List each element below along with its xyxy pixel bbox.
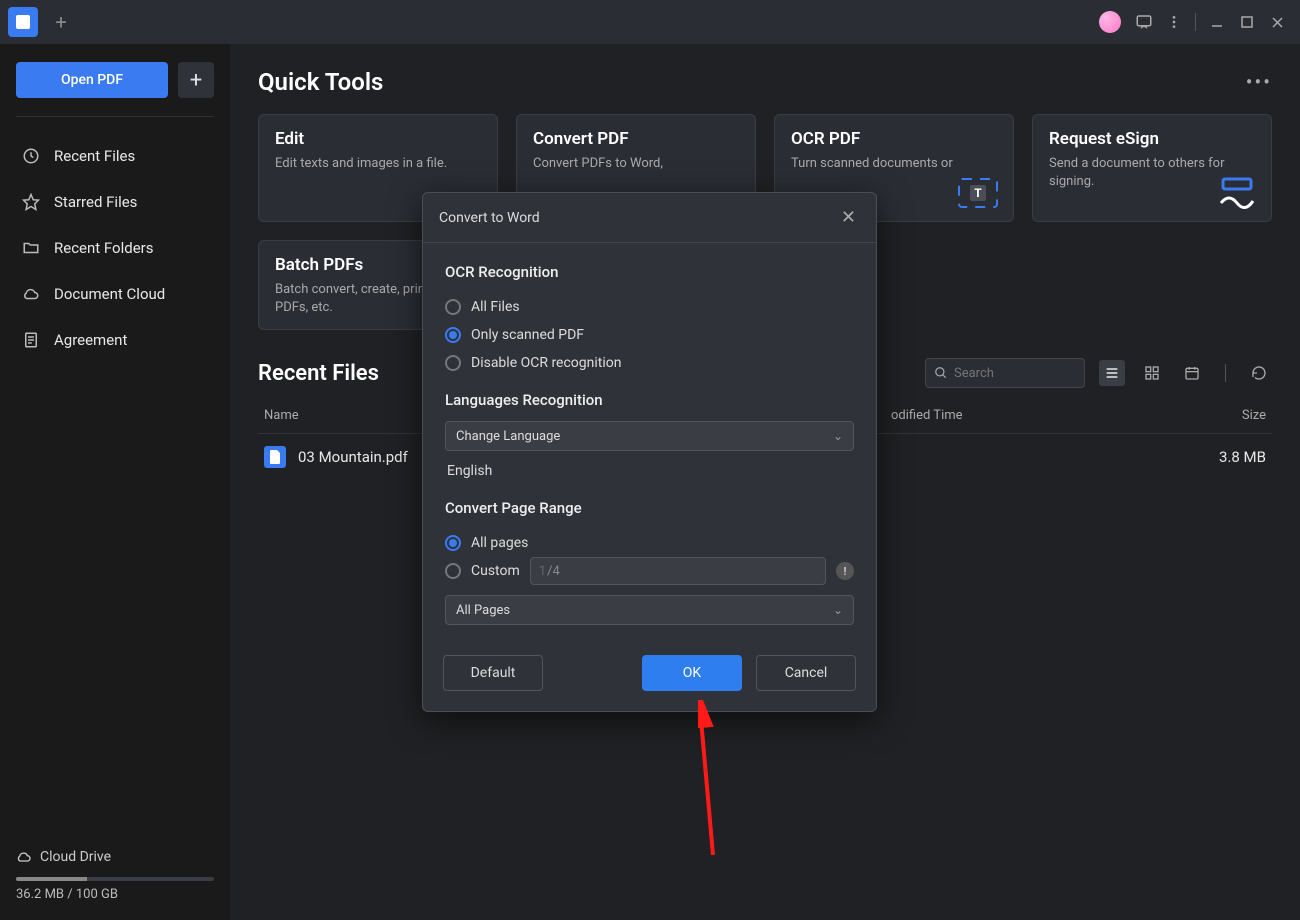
info-icon[interactable]: ! <box>836 562 854 580</box>
more-menu-icon[interactable]: ••• <box>1246 70 1272 94</box>
pdf-file-icon <box>264 446 286 468</box>
calendar-view-icon[interactable] <box>1179 360 1205 386</box>
sidebar-item-recent-files[interactable]: Recent Files <box>16 133 214 179</box>
radio-label: All Files <box>471 299 520 315</box>
ok-button[interactable]: OK <box>642 655 742 691</box>
page-range-select[interactable]: All Pages ⌄ <box>445 595 854 625</box>
close-button[interactable] <box>1262 7 1292 37</box>
sidebar-item-label: Starred Files <box>54 193 137 211</box>
page-range-input[interactable]: 1 /4 <box>530 557 826 585</box>
esign-icon <box>1215 177 1257 209</box>
minimize-button[interactable] <box>1202 7 1232 37</box>
col-mtime[interactable]: odified Time <box>891 408 1176 423</box>
sidebar-item-label: Agreement <box>54 331 127 349</box>
new-tab-button[interactable]: + <box>46 7 76 37</box>
cancel-button[interactable]: Cancel <box>756 655 856 691</box>
avatar[interactable] <box>1099 11 1121 33</box>
radio-disable-ocr[interactable]: Disable OCR recognition <box>445 349 854 377</box>
radio-all-files[interactable]: All Files <box>445 293 854 321</box>
search-box[interactable] <box>925 358 1085 388</box>
radio-only-scanned[interactable]: Only scanned PDF <box>445 321 854 349</box>
radio-all-pages[interactable]: All pages <box>445 529 854 557</box>
quick-tools-title: Quick Tools <box>258 68 383 96</box>
ocr-icon: T <box>957 177 999 209</box>
col-size[interactable]: Size <box>1176 408 1266 423</box>
refresh-icon[interactable] <box>1246 360 1272 386</box>
chevron-down-icon: ⌄ <box>833 429 843 443</box>
search-input[interactable] <box>954 366 1120 381</box>
select-value: Change Language <box>456 429 560 444</box>
storage-bar <box>16 877 214 881</box>
select-value: All Pages <box>456 603 510 618</box>
sidebar-item-agreement[interactable]: Agreement <box>16 317 214 363</box>
tool-desc: Convert PDFs to Word, <box>533 155 739 173</box>
radio-icon <box>445 355 461 371</box>
maximize-button[interactable] <box>1232 7 1262 37</box>
doc-icon <box>22 331 40 349</box>
chevron-down-icon: ⌄ <box>833 603 843 617</box>
grid-view-icon[interactable] <box>1139 360 1165 386</box>
range-total: /4 <box>547 564 560 579</box>
recent-files-title: Recent Files <box>258 361 379 386</box>
tool-title: Edit <box>275 129 481 149</box>
search-icon <box>934 366 948 380</box>
kebab-menu-icon[interactable] <box>1159 7 1189 37</box>
language-select[interactable]: Change Language ⌄ <box>445 421 854 451</box>
cloud-icon <box>16 849 32 865</box>
convert-to-word-dialog: Convert to Word ✕ OCR Recognition All Fi… <box>422 192 877 712</box>
cloud-drive[interactable]: Cloud Drive <box>16 843 214 871</box>
radio-custom-range[interactable]: Custom <box>445 557 520 585</box>
tool-title: Request eSign <box>1049 129 1255 149</box>
tool-title: Convert PDF <box>533 129 739 149</box>
create-pdf-button[interactable]: + <box>178 62 214 98</box>
ocr-section-header: OCR Recognition <box>445 263 854 281</box>
sidebar-item-starred-files[interactable]: Starred Files <box>16 179 214 225</box>
storage-text: 36.2 MB / 100 GB <box>16 887 214 902</box>
radio-icon <box>445 563 461 579</box>
language-value: English <box>445 455 854 493</box>
titlebar: + <box>0 0 1300 44</box>
lang-section-header: Languages Recognition <box>445 391 854 409</box>
cloud-drive-label: Cloud Drive <box>40 849 111 865</box>
close-icon[interactable]: ✕ <box>837 203 860 232</box>
sidebar-item-label: Document Cloud <box>54 285 165 303</box>
range-placeholder: 1 <box>539 564 546 579</box>
cloud-icon <box>22 285 40 303</box>
svg-text:T: T <box>974 186 982 200</box>
app-icon[interactable] <box>8 7 38 37</box>
dialog-title: Convert to Word <box>439 210 540 226</box>
chat-icon[interactable] <box>1129 7 1159 37</box>
radio-icon <box>445 327 461 343</box>
sidebar: Open PDF + Recent Files Starred Files Re… <box>0 44 230 920</box>
list-view-icon[interactable] <box>1099 360 1125 386</box>
default-button[interactable]: Default <box>443 655 543 691</box>
sidebar-item-label: Recent Files <box>54 147 135 165</box>
star-icon <box>22 193 40 211</box>
tool-desc: Turn scanned documents or <box>791 155 997 173</box>
sidebar-item-label: Recent Folders <box>54 239 154 257</box>
tool-card-esign[interactable]: Request eSign Send a document to others … <box>1032 114 1272 222</box>
radio-label: Disable OCR recognition <box>471 355 622 371</box>
sidebar-item-recent-folders[interactable]: Recent Folders <box>16 225 214 271</box>
radio-label: All pages <box>471 535 528 551</box>
radio-label: Custom <box>471 563 520 579</box>
radio-label: Only scanned PDF <box>471 327 584 343</box>
radio-icon <box>445 299 461 315</box>
radio-icon <box>445 535 461 551</box>
sidebar-item-document-cloud[interactable]: Document Cloud <box>16 271 214 317</box>
tool-title: OCR PDF <box>791 129 997 149</box>
range-section-header: Convert Page Range <box>445 499 854 517</box>
folder-icon <box>22 239 40 257</box>
tool-desc: Edit texts and images in a file. <box>275 155 481 173</box>
open-pdf-button[interactable]: Open PDF <box>16 62 168 98</box>
clock-icon <box>22 147 40 165</box>
file-size: 3.8 MB <box>1176 448 1266 466</box>
